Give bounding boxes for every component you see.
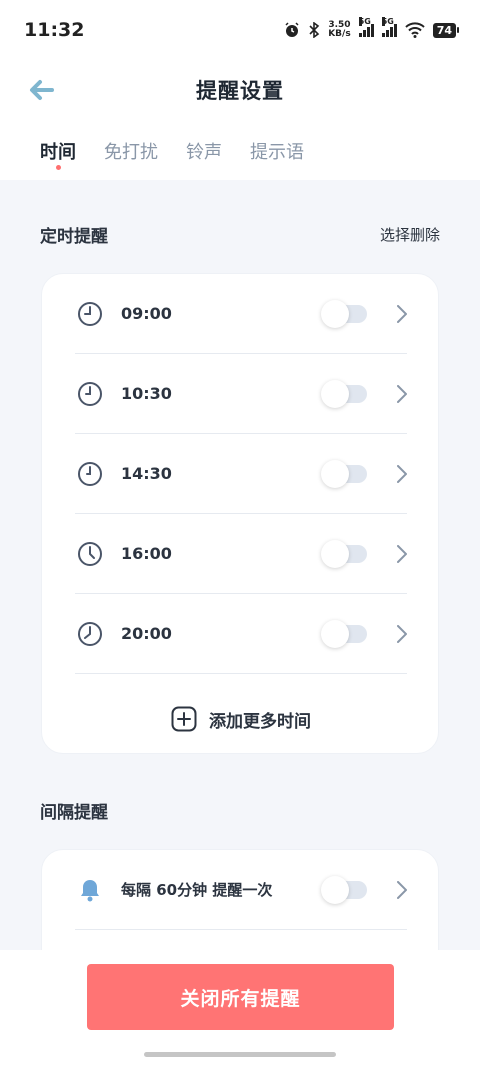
net-speed-unit: KB/s bbox=[328, 29, 351, 39]
back-arrow-icon bbox=[30, 80, 54, 100]
close-all-reminders-button[interactable]: 关闭所有提醒 bbox=[87, 964, 394, 1030]
tab-time[interactable]: 时间 bbox=[40, 120, 76, 180]
chevron-right-icon bbox=[397, 384, 407, 403]
signal-label-2: 5G bbox=[381, 17, 394, 26]
bottom-bar: 关闭所有提醒 bbox=[0, 950, 480, 1067]
bluetooth-icon bbox=[309, 22, 320, 38]
status-icons: 3.50 KB/s 5G 5G 74 bbox=[284, 17, 460, 39]
chevron-right-icon bbox=[397, 880, 407, 899]
chevron-right-icon bbox=[397, 304, 407, 323]
timed-section-title: 定时提醒 bbox=[40, 227, 108, 247]
cell-signal-2-icon: 5G bbox=[381, 17, 397, 37]
chevron-right-icon bbox=[397, 544, 407, 563]
plus-box-icon bbox=[171, 706, 197, 732]
chevron-right-icon bbox=[397, 464, 407, 483]
reminder-row-2000[interactable]: 20:00 bbox=[75, 594, 407, 674]
header: 提醒设置 bbox=[0, 60, 480, 120]
net-speed: 3.50 KB/s bbox=[328, 21, 350, 39]
interval-section-header: 间隔提醒 bbox=[40, 798, 440, 823]
chevron-right-icon bbox=[397, 624, 407, 643]
interval-section-title: 间隔提醒 bbox=[40, 803, 108, 823]
reminder-toggle[interactable] bbox=[321, 539, 367, 568]
tab-bar: 时间 免打扰 铃声 提示语 bbox=[0, 120, 480, 180]
tab-ringtone[interactable]: 铃声 bbox=[186, 120, 222, 180]
reminder-time: 16:00 bbox=[121, 544, 172, 563]
clock-icon bbox=[78, 381, 102, 406]
content-area: 定时提醒 选择删除 09:00 10:30 14:30 16:00 20:00 … bbox=[0, 180, 480, 989]
timed-reminder-card: 09:00 10:30 14:30 16:00 20:00 添加更多时间 bbox=[41, 273, 439, 754]
clock-icon bbox=[78, 541, 102, 566]
clock-icon bbox=[78, 301, 102, 326]
interval-label: 每隔 60分钟 提醒一次 bbox=[121, 881, 273, 899]
reminder-toggle[interactable] bbox=[321, 619, 367, 648]
reminder-toggle[interactable] bbox=[321, 459, 367, 488]
reminder-row-1030[interactable]: 10:30 bbox=[75, 354, 407, 434]
reminder-row-1600[interactable]: 16:00 bbox=[75, 514, 407, 594]
timed-section-header: 定时提醒 选择删除 bbox=[40, 222, 440, 247]
reminder-row-1430[interactable]: 14:30 bbox=[75, 434, 407, 514]
interval-row[interactable]: 每隔 60分钟 提醒一次 bbox=[75, 850, 407, 930]
cell-signal-1-icon: 5G bbox=[358, 17, 374, 37]
add-more-time-label: 添加更多时间 bbox=[209, 711, 311, 732]
tab-do-not-disturb[interactable]: 免打扰 bbox=[104, 120, 158, 180]
alarm-icon bbox=[285, 22, 299, 37]
signal-label-1: 5G bbox=[358, 17, 371, 26]
reminder-toggle[interactable] bbox=[321, 299, 367, 328]
clock-icon bbox=[78, 461, 102, 486]
status-time: 11:32 bbox=[24, 19, 85, 41]
wifi-icon bbox=[404, 22, 425, 38]
tab-prompt-text[interactable]: 提示语 bbox=[250, 120, 304, 180]
interval-toggle[interactable] bbox=[321, 875, 367, 904]
page-title: 提醒设置 bbox=[196, 79, 284, 103]
reminder-time: 14:30 bbox=[121, 464, 172, 483]
bell-icon bbox=[81, 879, 99, 901]
reminder-toggle[interactable] bbox=[321, 379, 367, 408]
battery-icon: 74 bbox=[432, 22, 460, 38]
clock-icon bbox=[78, 621, 102, 646]
home-indicator[interactable] bbox=[144, 1052, 336, 1057]
add-more-time-button[interactable]: 添加更多时间 bbox=[42, 684, 440, 754]
back-button[interactable] bbox=[26, 76, 56, 104]
reminder-row-0900[interactable]: 09:00 bbox=[75, 274, 407, 354]
reminder-time: 20:00 bbox=[121, 624, 172, 643]
select-delete-button[interactable]: 选择删除 bbox=[380, 224, 440, 245]
status-bar: 11:32 3.50 KB/s 5G 5G 74 bbox=[0, 0, 480, 60]
reminder-time: 09:00 bbox=[121, 304, 172, 323]
reminder-time: 10:30 bbox=[121, 384, 172, 403]
